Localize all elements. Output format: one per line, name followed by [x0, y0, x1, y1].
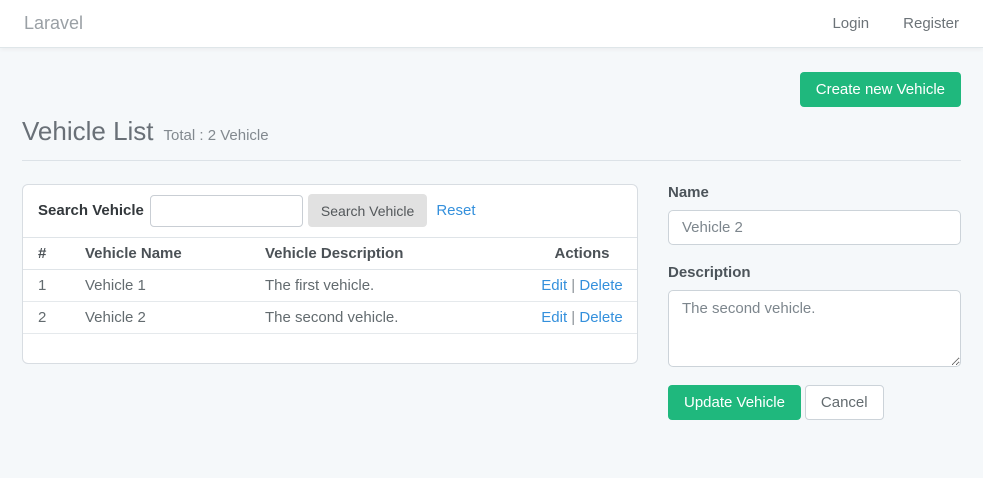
header-actions: Actions — [540, 238, 638, 270]
nav-links: Login Register — [798, 15, 959, 32]
nav-login-link[interactable]: Login — [832, 15, 869, 32]
vehicle-list-card: Search Vehicle Search Vehicle Reset # Ve… — [22, 184, 638, 364]
table-row: 1 Vehicle 1 The first vehicle. Edit | De… — [23, 270, 638, 302]
description-field[interactable]: The second vehicle. — [668, 290, 961, 367]
delete-link[interactable]: Delete — [579, 309, 622, 326]
update-vehicle-button[interactable]: Update Vehicle — [668, 385, 801, 420]
main-row: Search Vehicle Search Vehicle Reset # Ve… — [22, 184, 961, 420]
page-container: Create new Vehicle Vehicle List Total : … — [0, 72, 983, 420]
edit-link[interactable]: Edit — [541, 309, 567, 326]
row-vehicle-description: The second vehicle. — [250, 302, 540, 334]
search-label: Search Vehicle — [38, 202, 144, 219]
form-buttons: Update Vehicle Cancel — [668, 385, 961, 420]
search-input[interactable] — [150, 195, 303, 227]
row-actions: Edit | Delete — [540, 270, 638, 302]
row-index: 1 — [23, 270, 70, 302]
reset-link[interactable]: Reset — [436, 202, 475, 219]
row-vehicle-name: Vehicle 2 — [70, 302, 250, 334]
table-header-row: # Vehicle Name Vehicle Description Actio… — [23, 238, 638, 270]
edit-link[interactable]: Edit — [541, 277, 567, 294]
nav-register-link[interactable]: Register — [903, 15, 959, 32]
description-label: Description — [668, 264, 961, 281]
row-actions: Edit | Delete — [540, 302, 638, 334]
row-index: 2 — [23, 302, 70, 334]
vehicle-table: # Vehicle Name Vehicle Description Actio… — [23, 237, 638, 334]
header-vehicle-name: Vehicle Name — [70, 238, 250, 270]
row-vehicle-description: The first vehicle. — [250, 270, 540, 302]
create-row: Create new Vehicle — [22, 72, 961, 107]
name-label: Name — [668, 184, 961, 201]
search-button[interactable]: Search Vehicle — [308, 194, 427, 227]
vehicle-edit-form: Name Description The second vehicle. Upd… — [668, 184, 961, 420]
brand-link[interactable]: Laravel — [24, 13, 83, 34]
create-vehicle-button[interactable]: Create new Vehicle — [800, 72, 961, 107]
header-index: # — [23, 238, 70, 270]
table-row: 2 Vehicle 2 The second vehicle. Edit | D… — [23, 302, 638, 334]
search-form: Search Vehicle Search Vehicle Reset — [23, 185, 637, 237]
action-separator: | — [571, 277, 575, 294]
header-vehicle-description: Vehicle Description — [250, 238, 540, 270]
delete-link[interactable]: Delete — [579, 277, 622, 294]
cancel-button[interactable]: Cancel — [805, 385, 884, 420]
vehicle-total-text: Total : 2 Vehicle — [164, 127, 269, 144]
heading-row: Vehicle List Total : 2 Vehicle — [22, 116, 961, 147]
name-field[interactable] — [668, 210, 961, 245]
row-vehicle-name: Vehicle 1 — [70, 270, 250, 302]
heading-divider — [22, 160, 961, 161]
navbar: Laravel Login Register — [0, 0, 983, 48]
action-separator: | — [571, 309, 575, 326]
page-title: Vehicle List — [22, 116, 154, 147]
